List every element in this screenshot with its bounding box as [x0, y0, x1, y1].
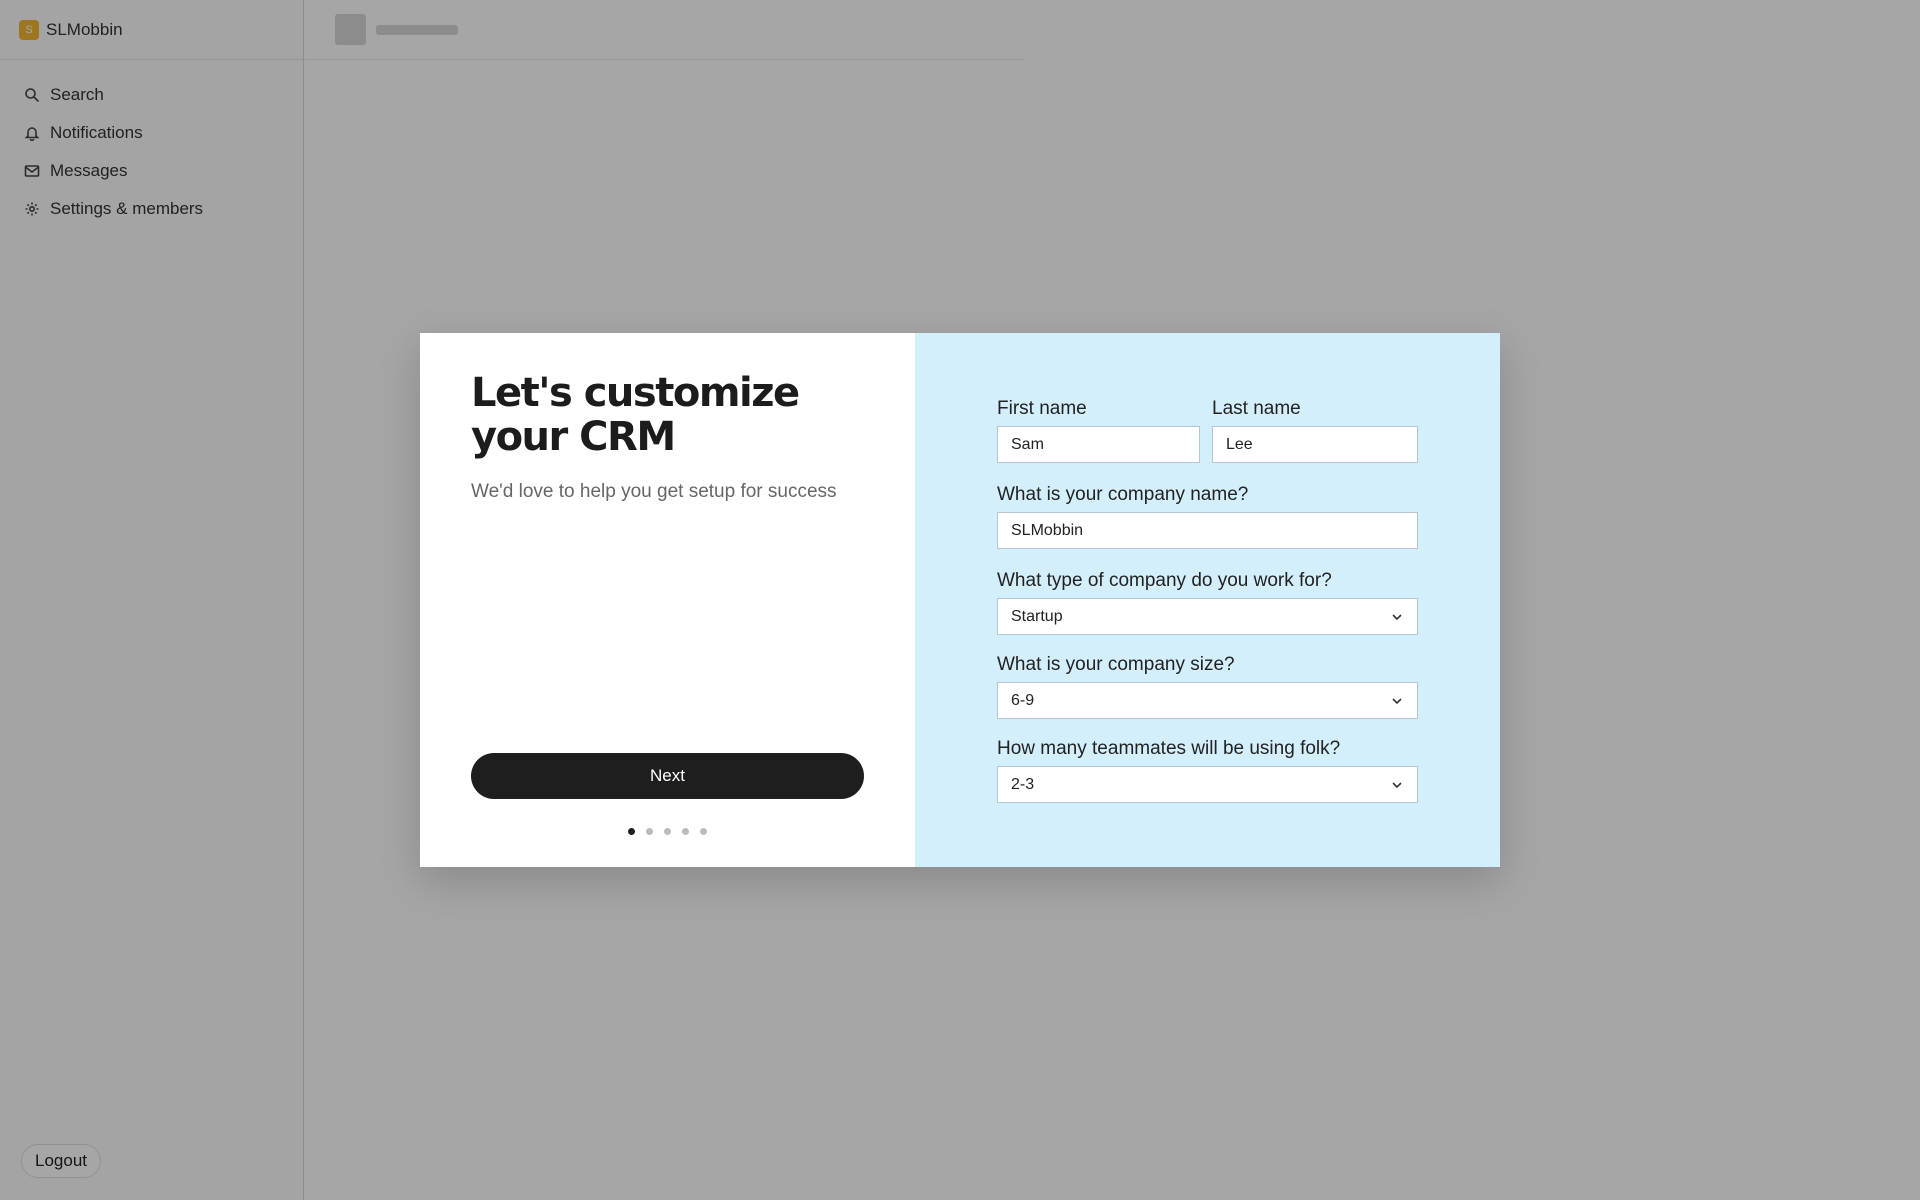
step-dot-2 [646, 828, 653, 835]
company-size-value: 6-9 [1011, 691, 1035, 709]
chevron-down-icon [1392, 698, 1402, 705]
next-button[interactable]: Next [471, 753, 864, 799]
step-indicator [420, 828, 915, 835]
teammates-value: 2-3 [1011, 775, 1035, 793]
modal-title: Let's customize your CRM [471, 370, 800, 460]
company-name-label: What is your company name? [997, 484, 1249, 505]
step-dot-3 [664, 828, 671, 835]
modal-intro-panel: Let's customize your CRM We'd love to he… [420, 333, 915, 867]
step-dot-1 [628, 828, 635, 835]
last-name-field[interactable]: Lee [1212, 426, 1418, 463]
company-type-value: Startup [1011, 607, 1063, 625]
company-size-label: What is your company size? [997, 654, 1235, 675]
step-dot-5 [700, 828, 707, 835]
chevron-down-icon [1392, 614, 1402, 621]
last-name-label: Last name [1212, 398, 1301, 419]
modal-subtitle: We'd love to help you get setup for succ… [471, 481, 837, 502]
modal-form-panel: First name Sam Last name Lee What is you… [915, 333, 1500, 867]
chevron-down-icon [1392, 782, 1402, 789]
company-type-select[interactable]: Startup [997, 598, 1418, 635]
teammates-select[interactable]: 2-3 [997, 766, 1418, 803]
first-name-label: First name [997, 398, 1087, 419]
step-dot-4 [682, 828, 689, 835]
company-type-label: What type of company do you work for? [997, 570, 1332, 591]
onboarding-modal: Let's customize your CRM We'd love to he… [420, 333, 1500, 867]
company-size-select[interactable]: 6-9 [997, 682, 1418, 719]
first-name-field[interactable]: Sam [997, 426, 1200, 463]
teammates-label: How many teammates will be using folk? [997, 738, 1341, 759]
company-name-field[interactable]: SLMobbin [997, 512, 1418, 549]
